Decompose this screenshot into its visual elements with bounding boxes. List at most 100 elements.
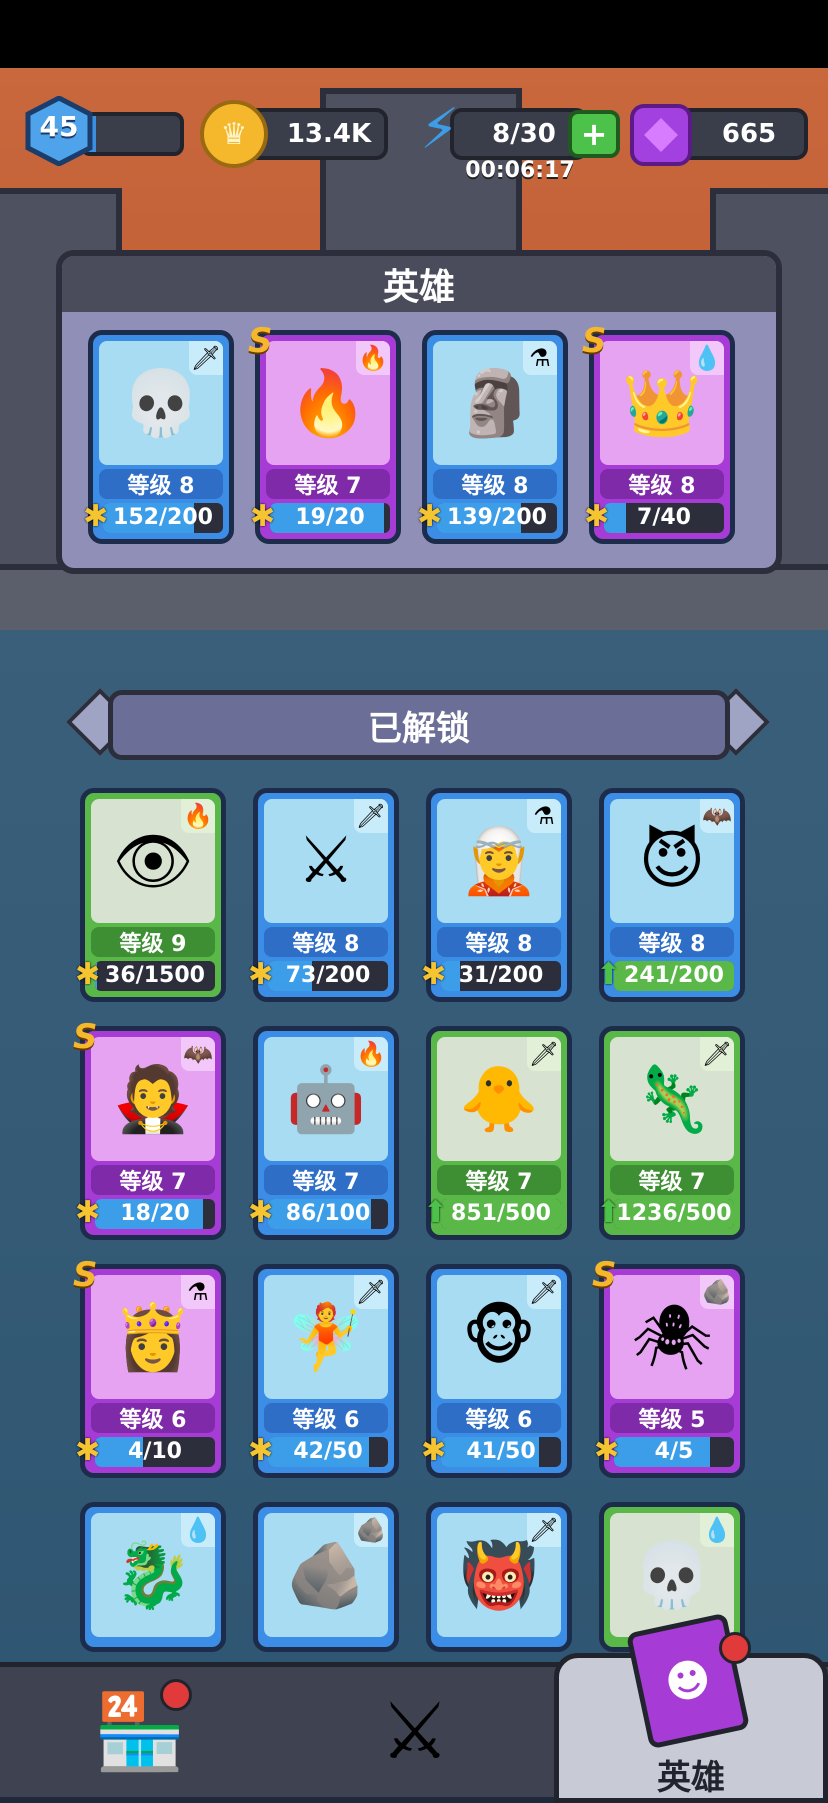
hero-card-sea-serpent[interactable]: 🐉 💧 [80, 1502, 226, 1652]
shard-progress-text: 152/200 [113, 505, 213, 530]
puzzle-piece-icon: ✱ [75, 1433, 101, 1468]
notification-dot [719, 1632, 751, 1664]
nav-shop[interactable]: 🏪 [60, 1667, 220, 1797]
notification-dot [160, 1679, 192, 1711]
water-element-icon: 💧 [181, 1513, 215, 1547]
energy-timer: 00:06:17 [465, 158, 575, 183]
shard-progress-bar: 7/40 [604, 503, 724, 533]
puzzle-piece-icon: ✱ [421, 1433, 447, 1468]
add-energy-button[interactable]: + [568, 110, 620, 158]
shard-progress-bar: 31/200 [441, 961, 561, 991]
water-element-icon: 💧 [700, 1513, 734, 1547]
bottom-nav: 🏪 ⚔ ☻ 英雄 [0, 1612, 828, 1803]
puzzle-piece-icon: ✱ [75, 1195, 101, 1230]
water-element-icon: 💧 [690, 341, 724, 375]
unlocked-banner: 已解锁 [108, 690, 730, 760]
gold-amount: 13.4K [286, 119, 372, 149]
hero-card-green-angel[interactable]: 🐥 🗡 等级 7 851/500 ⬆ [423, 1026, 572, 1240]
hero-card-vampire[interactable]: 🧛 🦇 S 等级 7 18/20 ✱ [73, 1017, 226, 1240]
hero-level: 等级 8 [264, 927, 388, 957]
lightning-icon: ⚡ [420, 97, 460, 162]
hero-level: 等级 6 [437, 1403, 561, 1433]
shard-progress-text: 36/1500 [105, 963, 205, 988]
shard-progress-bar: 36/1500 [95, 961, 215, 991]
shard-progress-text: 19/20 [295, 505, 365, 530]
rank-badge: S [73, 1017, 98, 1057]
player-level: 45 [39, 110, 79, 143]
hero-level: 等级 9 [91, 927, 215, 957]
hero-card-crystal-golem[interactable]: 🪨 🪨 [253, 1502, 399, 1652]
hero-card-monkey-chief[interactable]: 🐵 🗡 等级 6 41/50 ✱ [421, 1264, 572, 1478]
shard-progress-text: 18/20 [120, 1201, 190, 1226]
hero-level: 等级 7 [91, 1165, 215, 1195]
hero-card-slime-warrior[interactable]: 🦎 🗡 等级 7 1236/500 ⬆ [596, 1026, 745, 1240]
sword-element-icon: 🗡 [700, 1037, 734, 1071]
shard-progress-text: 851/500 [451, 1201, 551, 1226]
hero-card-mech-rider[interactable]: 🤖 🔥 等级 7 86/100 ✱ [248, 1026, 399, 1240]
shard-progress-bar: 851/500 [441, 1199, 561, 1229]
potion-element-icon: ⚗ [527, 799, 561, 833]
crossed-swords-icon: ⚔ [380, 1687, 450, 1777]
status-bar-area [0, 0, 828, 68]
hero-level: 等级 7 [264, 1165, 388, 1195]
upgrade-arrow-icon: ⬆ [596, 1195, 622, 1230]
sword-element-icon: 🗡 [189, 341, 223, 375]
shard-progress-text: 31/200 [458, 963, 544, 988]
shard-progress-bar: 18/20 [95, 1199, 215, 1229]
hero-level: 等级 5 [610, 1403, 734, 1433]
hero-level: 等级 6 [264, 1403, 388, 1433]
crown-icon: ♛ [200, 100, 268, 168]
shard-progress-text: 7/40 [637, 505, 691, 530]
puzzle-piece-icon: ✱ [248, 1433, 274, 1468]
gem-amount: 665 [721, 119, 777, 149]
hero-level: 等级 8 [610, 927, 734, 957]
puzzle-piece-icon: ✱ [584, 499, 610, 534]
shard-progress-bar: 19/20 [270, 503, 390, 533]
puzzle-piece-icon: ✱ [83, 499, 109, 534]
hero-card-ice-queen[interactable]: 👑 💧 S 等级 8 7/40 ✱ [582, 321, 735, 544]
gem-icon [630, 104, 692, 166]
rock-element-icon: 🪨 [700, 1275, 734, 1309]
shard-progress-bar: 139/200 [437, 503, 557, 533]
hero-card-crimson-spider[interactable]: 🕷 🪨 S 等级 5 4/5 ✱ [592, 1255, 745, 1478]
rank-badge: S [592, 1255, 617, 1295]
rank-badge: S [73, 1255, 98, 1295]
nav-battle[interactable]: ⚔ [330, 1667, 500, 1797]
energy-amount: 8/30 [492, 119, 556, 149]
hero-card-phoenix-knight[interactable]: 🔥 🔥 S 等级 7 19/20 ✱ [248, 321, 401, 544]
shard-progress-text: 139/200 [447, 505, 547, 530]
puzzle-piece-icon: ✱ [421, 957, 447, 992]
shard-progress-text: 73/200 [285, 963, 371, 988]
hero-level: 等级 8 [437, 927, 561, 957]
sword-element-icon: 🗡 [527, 1513, 561, 1547]
shard-progress-text: 42/50 [293, 1439, 363, 1464]
puzzle-piece-icon: ✱ [594, 1433, 620, 1468]
fire-element-icon: 🔥 [356, 341, 390, 375]
puzzle-piece-icon: ✱ [248, 1195, 274, 1230]
puzzle-piece-icon: ✱ [417, 499, 443, 534]
bat-element-icon: 🦇 [181, 1037, 215, 1071]
hero-card-demon-bat[interactable]: 😈 🦇 等级 8 241/200 ⬆ [596, 788, 745, 1002]
shard-progress-bar: 152/200 [103, 503, 223, 533]
hero-level: 等级 8 [99, 469, 223, 499]
shard-progress-bar: 241/200 [614, 961, 734, 991]
hero-card-orc-brute[interactable]: 👹 🗡 [426, 1502, 572, 1652]
shard-progress-bar: 41/50 [441, 1437, 561, 1467]
hero-card-blonde-mage[interactable]: 👸 ⚗ S 等级 6 4/10 ✱ [73, 1255, 226, 1478]
hero-card-horned-warrior[interactable]: ⚔ 🗡 等级 8 73/200 ✱ [248, 788, 399, 1002]
hero-level: 等级 8 [600, 469, 724, 499]
hero-card-skeleton-knight[interactable]: 💀 🗡 等级 8 152/200 ✱ [83, 330, 234, 544]
hero-card-winged-archer[interactable]: 🧚 🗡 等级 6 42/50 ✱ [248, 1264, 399, 1478]
sword-element-icon: 🗡 [354, 799, 388, 833]
hero-card-forest-elf[interactable]: 🧝 ⚗ 等级 8 31/200 ✱ [421, 788, 572, 1002]
sword-element-icon: 🗡 [354, 1275, 388, 1309]
fire-element-icon: 🔥 [181, 799, 215, 833]
hero-card-eye-beast[interactable]: 👁 🔥 等级 9 36/1500 ✱ [75, 788, 226, 1002]
shard-progress-bar: 86/100 [268, 1199, 388, 1229]
shard-progress-bar: 1236/500 [614, 1199, 734, 1229]
sword-element-icon: 🗡 [527, 1037, 561, 1071]
upgrade-arrow-icon: ⬆ [423, 1195, 449, 1230]
hero-card-stone-golem[interactable]: 🗿 ⚗ 等级 8 139/200 ✱ [417, 330, 568, 544]
fire-element-icon: 🔥 [354, 1037, 388, 1071]
nav-hero[interactable]: ☻ 英雄 [554, 1612, 828, 1803]
